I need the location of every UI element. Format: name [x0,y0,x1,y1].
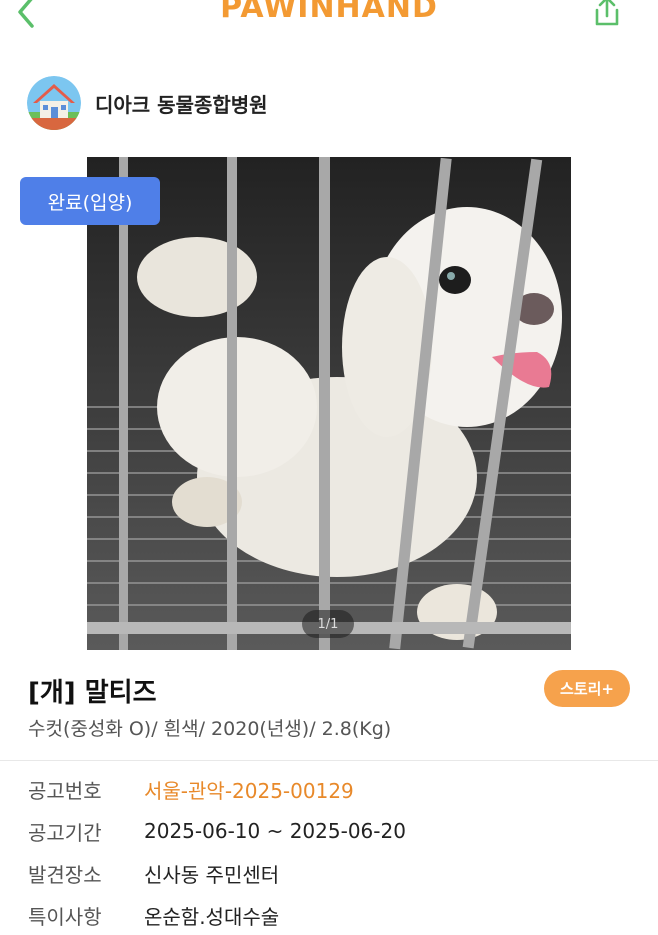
top-bar: PAWINHAND [0,0,658,40]
detail-label: 특이사항 [28,904,102,929]
dog-photo-image [87,157,571,650]
avatar [27,76,81,130]
detail-label: 공고번호 [28,778,102,803]
notice-period-value: 2025-06-10 ~ 2025-06-20 [144,819,406,843]
notice-number-value: 서울-관악-2025-00129 [144,778,354,803]
share-button[interactable] [590,0,624,28]
story-button[interactable]: 스토리+ [544,670,630,707]
detail-label: 발견장소 [28,862,102,887]
animal-photo[interactable] [87,157,571,650]
animal-title-row: [개] 말티즈 스토리+ [28,670,638,710]
detail-label: 공고기간 [28,820,102,845]
animal-summary: 수컷(중성화 O)/ 흰색/ 2020(년생)/ 2.8(Kg) [28,718,392,740]
house-icon [27,76,81,130]
detail-row-notice-number: 공고번호 서울-관악-2025-00129 [28,774,354,804]
share-icon [595,0,619,26]
photo-counter: 1/1 [302,610,354,638]
animal-title: [개] 말티즈 [28,678,157,708]
special-notes-value: 온순함.성대수술 [144,904,280,929]
detail-row-found-location: 발견장소 신사동 주민센터 [28,858,279,888]
brand-logo: PAWINHAND [220,0,438,25]
found-location-value: 신사동 주민센터 [144,862,280,887]
divider [0,760,658,761]
detail-row-notice-period: 공고기간 2025-06-10 ~ 2025-06-20 [28,816,406,846]
detail-row-special-notes: 특이사항 온순함.성대수술 [28,900,279,930]
shelter-name: 디아크 동물종합병원 [95,92,268,117]
status-badge: 완료(입양) [20,177,160,225]
shelter-row[interactable]: 디아크 동물종합병원 [27,76,268,130]
